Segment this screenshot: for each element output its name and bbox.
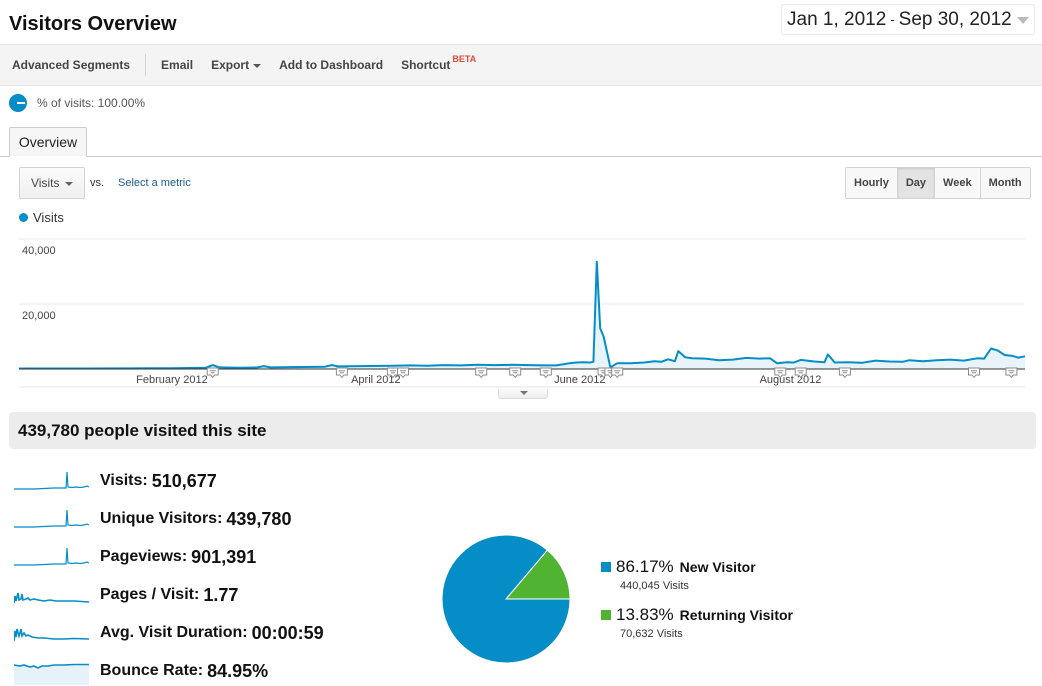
metric-value: 510,677 [151,470,217,491]
metrics-list: Visits: 510,677 Unique Visitors: 439,780… [14,462,324,686]
annotations-toggle-button[interactable] [498,389,548,399]
segment-label: % of visits: 100.00% [37,96,146,110]
metric-row-bounce-rate[interactable]: Bounce Rate: 84.95% [14,652,324,686]
x-tick-label: August 2012 [760,374,822,386]
granularity-day-button[interactable]: Day [896,168,935,198]
segment-indicator: % of visits: 100.00% [9,94,145,112]
sparkline-bounce-rate [14,663,89,685]
legend-item-new-visitor[interactable]: 86.17% New Visitor 440,045 Visits [601,557,793,592]
new-visitor-label: New Visitor [679,559,756,575]
metric-row-avg-visit-duration[interactable]: Avg. Visit Duration: 00:00:59 [14,614,324,652]
returning-visitor-percent: 13.83% [616,605,674,624]
toolbar-divider [145,54,147,76]
visits-line [19,260,1026,370]
metric-row-pageviews[interactable]: Pageviews: 901,391 [14,538,324,576]
y-tick-label: 40,000 [22,245,56,257]
sparkline-pageviews [14,547,89,566]
metric-label: Bounce Rate: [100,662,204,679]
shortcut-label: Shortcut [401,58,451,72]
chart-legend: Visits [19,210,64,225]
granularity-month-button[interactable]: Month [979,168,1030,198]
visits-line-chart[interactable]: 40,00020,000 February 2012 April 2012 June… [0,228,1042,388]
date-separator: - [890,12,895,27]
visitor-type-legend: 86.17% New Visitor 440,045 Visits 13.83%… [601,557,793,653]
select-metric-link[interactable]: Select a metric [118,177,191,189]
annotation-marker-icon[interactable] [968,367,980,379]
export-label: Export [211,58,250,72]
annotation-marker-icon[interactable] [509,367,522,379]
sparkline-avg-visit-duration [14,628,89,642]
metric-row-pages-per-visit[interactable]: Pages / Visit: 1.77 [14,576,324,614]
metric-label: Visits: [100,472,148,489]
y-tick-label: 20,000 [22,310,56,322]
date-end: Sep 30, 2012 [898,8,1012,30]
advanced-segments-button[interactable]: Advanced Segments [0,58,145,72]
sparkline-visits [14,471,89,490]
annotation-marker-icon[interactable] [838,367,851,379]
export-button[interactable]: Export [202,58,270,72]
email-button[interactable]: Email [152,58,202,72]
metric-value: 00:00:59 [251,622,324,643]
visits-area [19,261,1025,369]
new-visitor-percent: 86.17% [616,557,674,576]
annotation-marker-icon[interactable] [539,367,552,379]
returning-visitor-label: Returning Visitor [679,607,793,623]
add-to-dashboard-button[interactable]: Add to Dashboard [270,58,392,72]
annotation-marker-icon[interactable] [611,367,624,379]
granularity-week-button[interactable]: Week [934,168,980,198]
granularity-hourly-button[interactable]: Hourly [846,168,897,198]
chevron-down-icon [65,182,73,186]
annotation-marker-icon[interactable] [206,367,219,379]
toolbar: Advanced Segments Email Export Add to Da… [0,44,1042,86]
new-visitor-swatch-icon [601,562,611,572]
legend-dot-icon [19,213,28,222]
tab-overview[interactable]: Overview [9,127,87,157]
visitor-type-pie-chart[interactable] [440,535,572,667]
returning-visitor-swatch-icon [601,610,611,620]
metric-value: 1.77 [203,584,239,605]
metric-label: Unique Visitors: [100,510,223,527]
metric-row-visits[interactable]: Visits: 510,677 [14,462,324,500]
summary-headline: 439,780 people visited this site [9,412,1036,449]
tabs-divider [0,156,1042,157]
metric-value: 901,391 [191,546,257,567]
metric-label: Pageviews: [100,548,188,565]
shortcut-button[interactable]: Shortcut BETA [392,54,485,72]
annotation-marker-icon[interactable] [475,367,488,379]
date-start: Jan 1, 2012 [787,8,887,30]
metric-label: Pages / Visit: [100,586,200,603]
chevron-down-icon [1017,17,1029,24]
sparkline-unique-visitors [14,509,89,528]
date-range-picker[interactable]: Jan 1, 2012 - Sep 30, 2012 [781,4,1035,35]
chevron-down-icon [253,63,262,68]
page-title: Visitors Overview [9,13,177,35]
x-tick-label: February 2012 [136,374,208,386]
metric-dropdown[interactable]: Visits [19,167,85,199]
beta-badge: BETA [452,54,477,64]
segment-pie-icon [9,94,27,112]
legend-label: Visits [33,210,64,225]
metric-row-unique-visitors[interactable]: Unique Visitors: 439,780 [14,500,324,538]
returning-visitor-visits: 70,632 Visits [620,628,683,640]
new-visitor-visits: 440,045 Visits [620,580,689,592]
granularity-toggle: Hourly Day Week Month [845,167,1031,199]
vs-label: vs. [90,177,105,189]
sparkline-pages-per-visit [14,592,89,604]
legend-item-returning-visitor[interactable]: 13.83% Returning Visitor 70,632 Visits [601,605,793,640]
x-tick-label: June 2012 [554,374,605,386]
metric-value: 84.95% [207,660,269,681]
metric-value: 439,780 [226,508,292,529]
annotation-marker-icon[interactable] [1005,367,1018,379]
annotation-marker-icon[interactable] [335,367,348,379]
metric-label: Avg. Visit Duration: [100,624,248,641]
metric-dropdown-value: Visits [31,176,60,190]
